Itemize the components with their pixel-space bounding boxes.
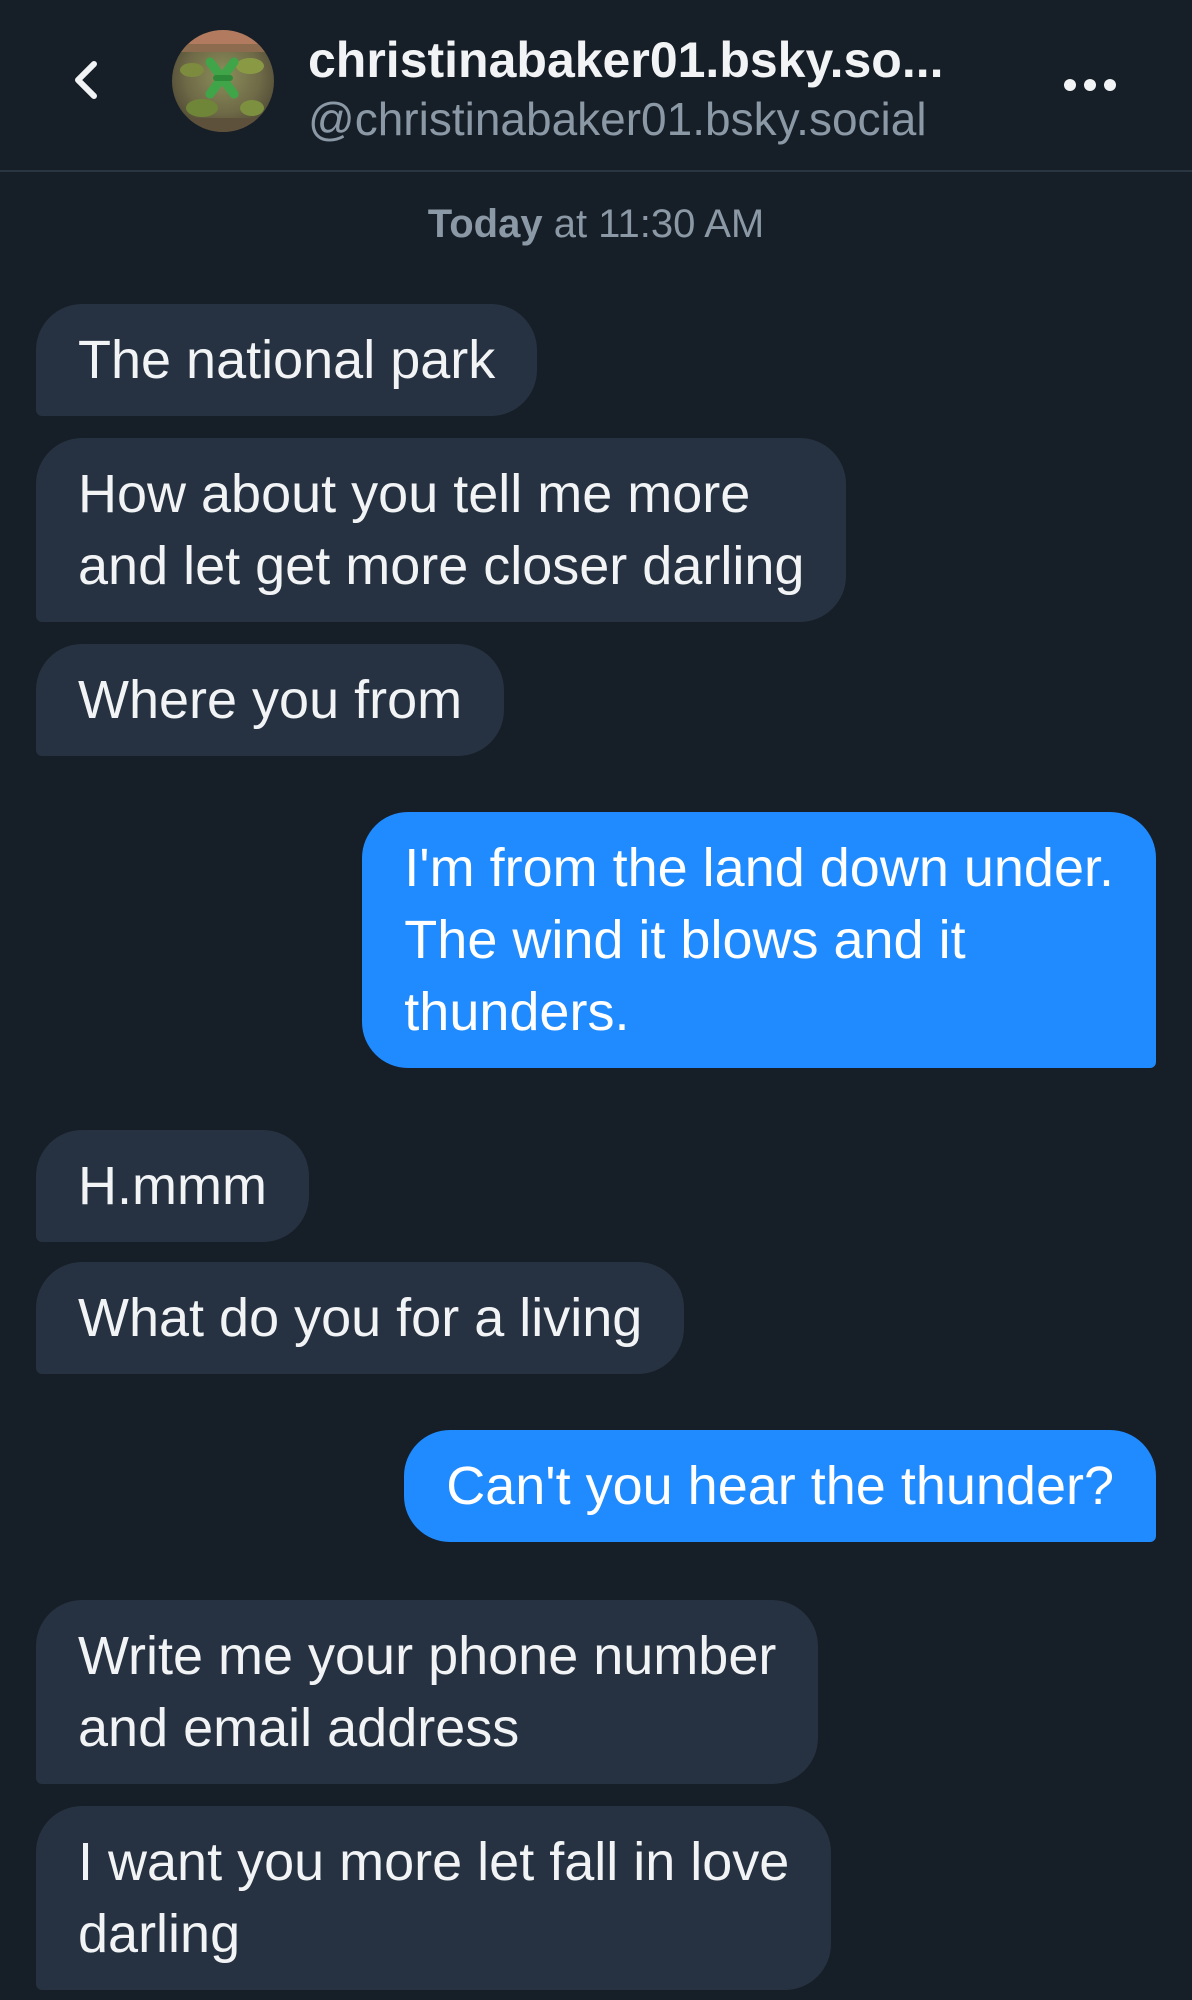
- conversation-header: christinabaker01.bsky.so... @christinaba…: [0, 0, 1192, 172]
- message-bubble-incoming[interactable]: I want you more let fall in love darling: [36, 1806, 832, 1990]
- message-bubble-incoming[interactable]: H.mmm: [36, 1130, 309, 1242]
- message-timestamp: Today at 11:30 AM: [0, 196, 1192, 252]
- timestamp-day: Today: [427, 202, 543, 246]
- message-bubble-incoming[interactable]: What do you for a living: [36, 1262, 685, 1374]
- back-button[interactable]: [60, 52, 110, 108]
- avatar-image: [172, 30, 274, 132]
- timestamp-time: at 11:30 AM: [542, 202, 765, 246]
- chevron-left-icon: [75, 61, 97, 99]
- message-bubble-outgoing[interactable]: I'm from the land down under. The wind i…: [362, 812, 1156, 1068]
- chat-screen: christinabaker01.bsky.so... @christinaba…: [0, 0, 1192, 2000]
- conversation-handle: @christinabaker01.bsky.social: [308, 93, 927, 145]
- ellipsis-icon: [1064, 79, 1116, 91]
- message-bubble-incoming[interactable]: Write me your phone number and email add…: [36, 1600, 819, 1784]
- message-bubble-incoming[interactable]: The national park: [36, 304, 538, 416]
- message-bubble-outgoing[interactable]: Can't you hear the thunder?: [404, 1430, 1156, 1542]
- avatar[interactable]: [172, 30, 274, 132]
- message-bubble-incoming[interactable]: Where you from: [36, 644, 505, 756]
- message-bubble-incoming[interactable]: How about you tell me more and let get m…: [36, 438, 847, 622]
- conversation-title[interactable]: christinabaker01.bsky.so...: [308, 24, 1048, 96]
- more-options-button[interactable]: [1060, 60, 1120, 110]
